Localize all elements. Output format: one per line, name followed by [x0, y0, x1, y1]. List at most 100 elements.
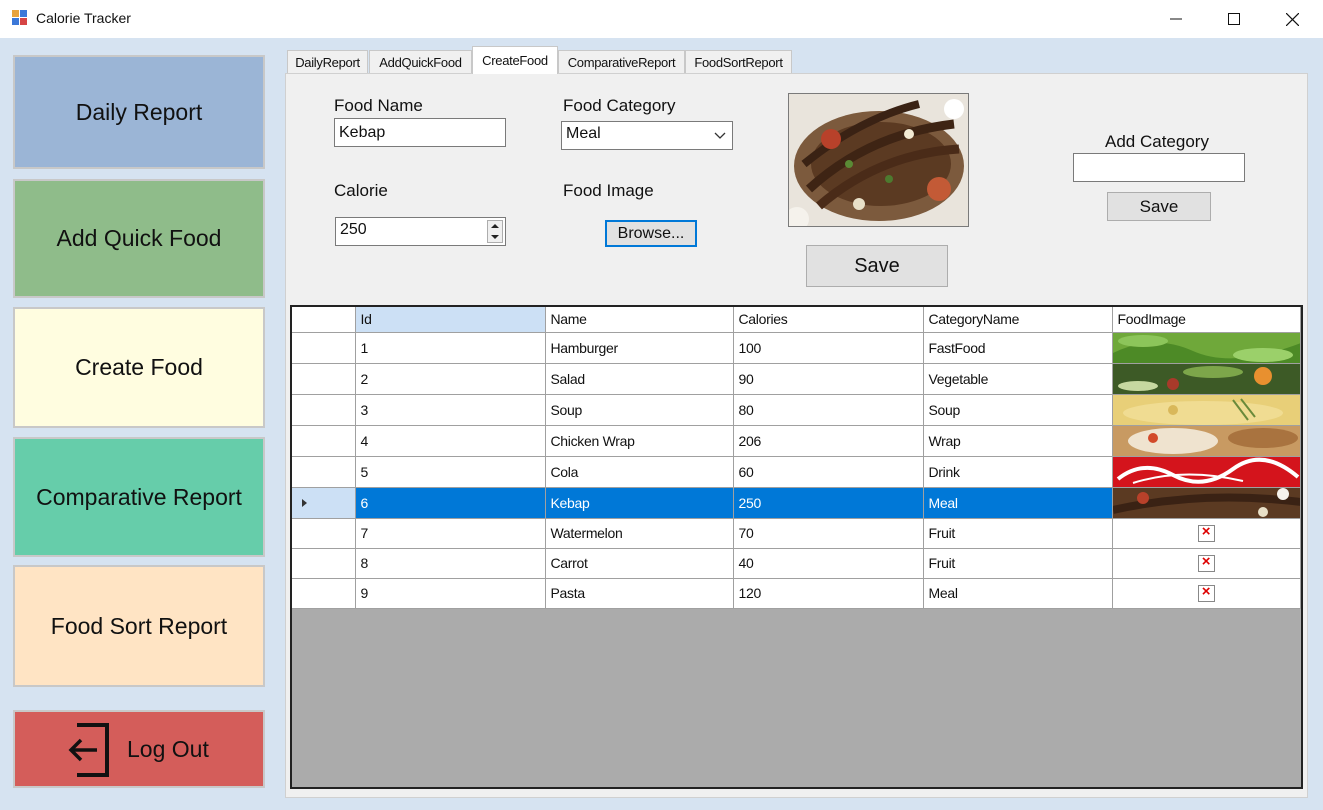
cell-calories[interactable]: 206: [733, 425, 924, 457]
sidebar-item-add-quick-food[interactable]: Add Quick Food: [13, 179, 265, 298]
table-row[interactable]: 2 Salad 90 Vegetable: [292, 363, 1301, 395]
logout-button[interactable]: Log Out: [13, 710, 265, 788]
column-header-name[interactable]: Name: [545, 307, 734, 333]
cell-calories[interactable]: 40: [733, 548, 924, 579]
lettuce-photo: [1112, 332, 1299, 362]
table-row[interactable]: 6 Kebap 250 Meal: [292, 487, 1301, 519]
cell-category[interactable]: Soup: [923, 394, 1113, 426]
row-header-cell[interactable]: [292, 394, 356, 426]
table-row[interactable]: 9 Pasta 120 Meal: [292, 578, 1301, 609]
cell-food-image[interactable]: [1112, 363, 1301, 395]
save-category-button[interactable]: Save: [1107, 192, 1211, 221]
cell-category[interactable]: Wrap: [923, 425, 1113, 457]
cell-food-image[interactable]: [1112, 578, 1301, 609]
cell-id[interactable]: 6: [355, 487, 546, 519]
save-food-button[interactable]: Save: [806, 245, 948, 287]
cell-name[interactable]: Soup: [545, 394, 734, 426]
cell-food-image[interactable]: [1112, 425, 1301, 457]
cell-calories[interactable]: 250: [733, 487, 924, 519]
cell-category[interactable]: Meal: [923, 487, 1113, 519]
cell-id[interactable]: 4: [355, 425, 546, 457]
cell-food-image[interactable]: [1112, 456, 1301, 488]
cell-id[interactable]: 7: [355, 518, 546, 549]
sidebar-item-food-sort-report[interactable]: Food Sort Report: [13, 565, 265, 687]
cell-name[interactable]: Hamburger: [545, 332, 734, 364]
cell-category[interactable]: FastFood: [923, 332, 1113, 364]
row-header-cell[interactable]: [292, 425, 356, 457]
cell-id[interactable]: 5: [355, 456, 546, 488]
cell-name[interactable]: Cola: [545, 456, 734, 488]
calorie-stepper[interactable]: 250: [335, 217, 506, 246]
tab-label: DailyReport: [295, 54, 360, 70]
column-header-id[interactable]: Id: [355, 307, 546, 333]
kebab-photo: [1112, 487, 1299, 517]
tab-add-quick-food[interactable]: AddQuickFood: [369, 50, 472, 73]
table-row[interactable]: 5 Cola 60 Drink: [292, 456, 1301, 488]
row-header-cell[interactable]: [292, 487, 356, 519]
cell-calories[interactable]: 90: [733, 363, 924, 395]
tab-comparative-report[interactable]: ComparativeReport: [558, 50, 685, 73]
cell-calories[interactable]: 80: [733, 394, 924, 426]
maximize-icon: [1228, 13, 1240, 25]
row-header-cell[interactable]: [292, 578, 356, 609]
table-row[interactable]: 1 Hamburger 100 FastFood: [292, 332, 1301, 364]
grid-corner-cell[interactable]: [292, 307, 356, 333]
cell-calories[interactable]: 60: [733, 456, 924, 488]
tab-food-sort-report[interactable]: FoodSortReport: [685, 50, 792, 73]
broken-image-icon: [1197, 583, 1215, 602]
row-header-cell[interactable]: [292, 548, 356, 579]
cell-category[interactable]: Fruit: [923, 518, 1113, 549]
food-category-select[interactable]: Meal: [561, 121, 733, 150]
cell-name[interactable]: Salad: [545, 363, 734, 395]
close-button[interactable]: [1263, 0, 1321, 38]
sidebar-item-comparative-report[interactable]: Comparative Report: [13, 437, 265, 557]
cell-name[interactable]: Carrot: [545, 548, 734, 579]
cell-category[interactable]: Fruit: [923, 548, 1113, 579]
add-category-input[interactable]: [1073, 153, 1245, 182]
stepper-buttons[interactable]: [487, 220, 503, 243]
cell-id[interactable]: 2: [355, 363, 546, 395]
sidebar-item-create-food[interactable]: Create Food: [13, 307, 265, 428]
row-header-cell[interactable]: [292, 456, 356, 488]
cell-name[interactable]: Kebap: [545, 487, 734, 519]
add-category-label: Add Category: [1105, 132, 1209, 151]
maximize-button[interactable]: [1205, 0, 1263, 38]
cell-id[interactable]: 8: [355, 548, 546, 579]
chevron-down-icon: [714, 132, 726, 139]
cell-food-image[interactable]: [1112, 394, 1301, 426]
table-row[interactable]: 4 Chicken Wrap 206 Wrap: [292, 425, 1301, 457]
food-data-grid[interactable]: Id Name Calories CategoryName FoodImage …: [290, 305, 1303, 789]
table-row[interactable]: 8 Carrot 40 Fruit: [292, 548, 1301, 579]
browse-button[interactable]: Browse...: [605, 220, 697, 247]
cell-category[interactable]: Meal: [923, 578, 1113, 609]
minimize-button[interactable]: [1147, 0, 1205, 38]
cell-name[interactable]: Chicken Wrap: [545, 425, 734, 457]
food-name-input[interactable]: [334, 118, 506, 147]
cell-calories[interactable]: 70: [733, 518, 924, 549]
tab-daily-report[interactable]: DailyReport: [287, 50, 368, 73]
cell-food-image[interactable]: [1112, 332, 1301, 364]
cell-calories[interactable]: 100: [733, 332, 924, 364]
cell-id[interactable]: 1: [355, 332, 546, 364]
row-header-cell[interactable]: [292, 363, 356, 395]
table-row[interactable]: 7 Watermelon 70 Fruit: [292, 518, 1301, 549]
row-header-cell[interactable]: [292, 332, 356, 364]
cell-calories[interactable]: 120: [733, 578, 924, 609]
cell-food-image[interactable]: [1112, 548, 1301, 579]
column-header-category-name[interactable]: CategoryName: [923, 307, 1113, 333]
table-row[interactable]: 3 Soup 80 Soup: [292, 394, 1301, 426]
cell-name[interactable]: Watermelon: [545, 518, 734, 549]
tab-create-food[interactable]: CreateFood: [472, 46, 558, 74]
sidebar-item-daily-report[interactable]: Daily Report: [13, 55, 265, 169]
cell-id[interactable]: 3: [355, 394, 546, 426]
cell-food-image[interactable]: [1112, 518, 1301, 549]
cell-category[interactable]: Vegetable: [923, 363, 1113, 395]
column-header-calories[interactable]: Calories: [733, 307, 924, 333]
tab-label: FoodSortReport: [694, 54, 783, 70]
cell-category[interactable]: Drink: [923, 456, 1113, 488]
cell-id[interactable]: 9: [355, 578, 546, 609]
row-header-cell[interactable]: [292, 518, 356, 549]
cell-name[interactable]: Pasta: [545, 578, 734, 609]
cell-food-image[interactable]: [1112, 487, 1301, 519]
column-header-food-image[interactable]: FoodImage: [1112, 307, 1301, 333]
